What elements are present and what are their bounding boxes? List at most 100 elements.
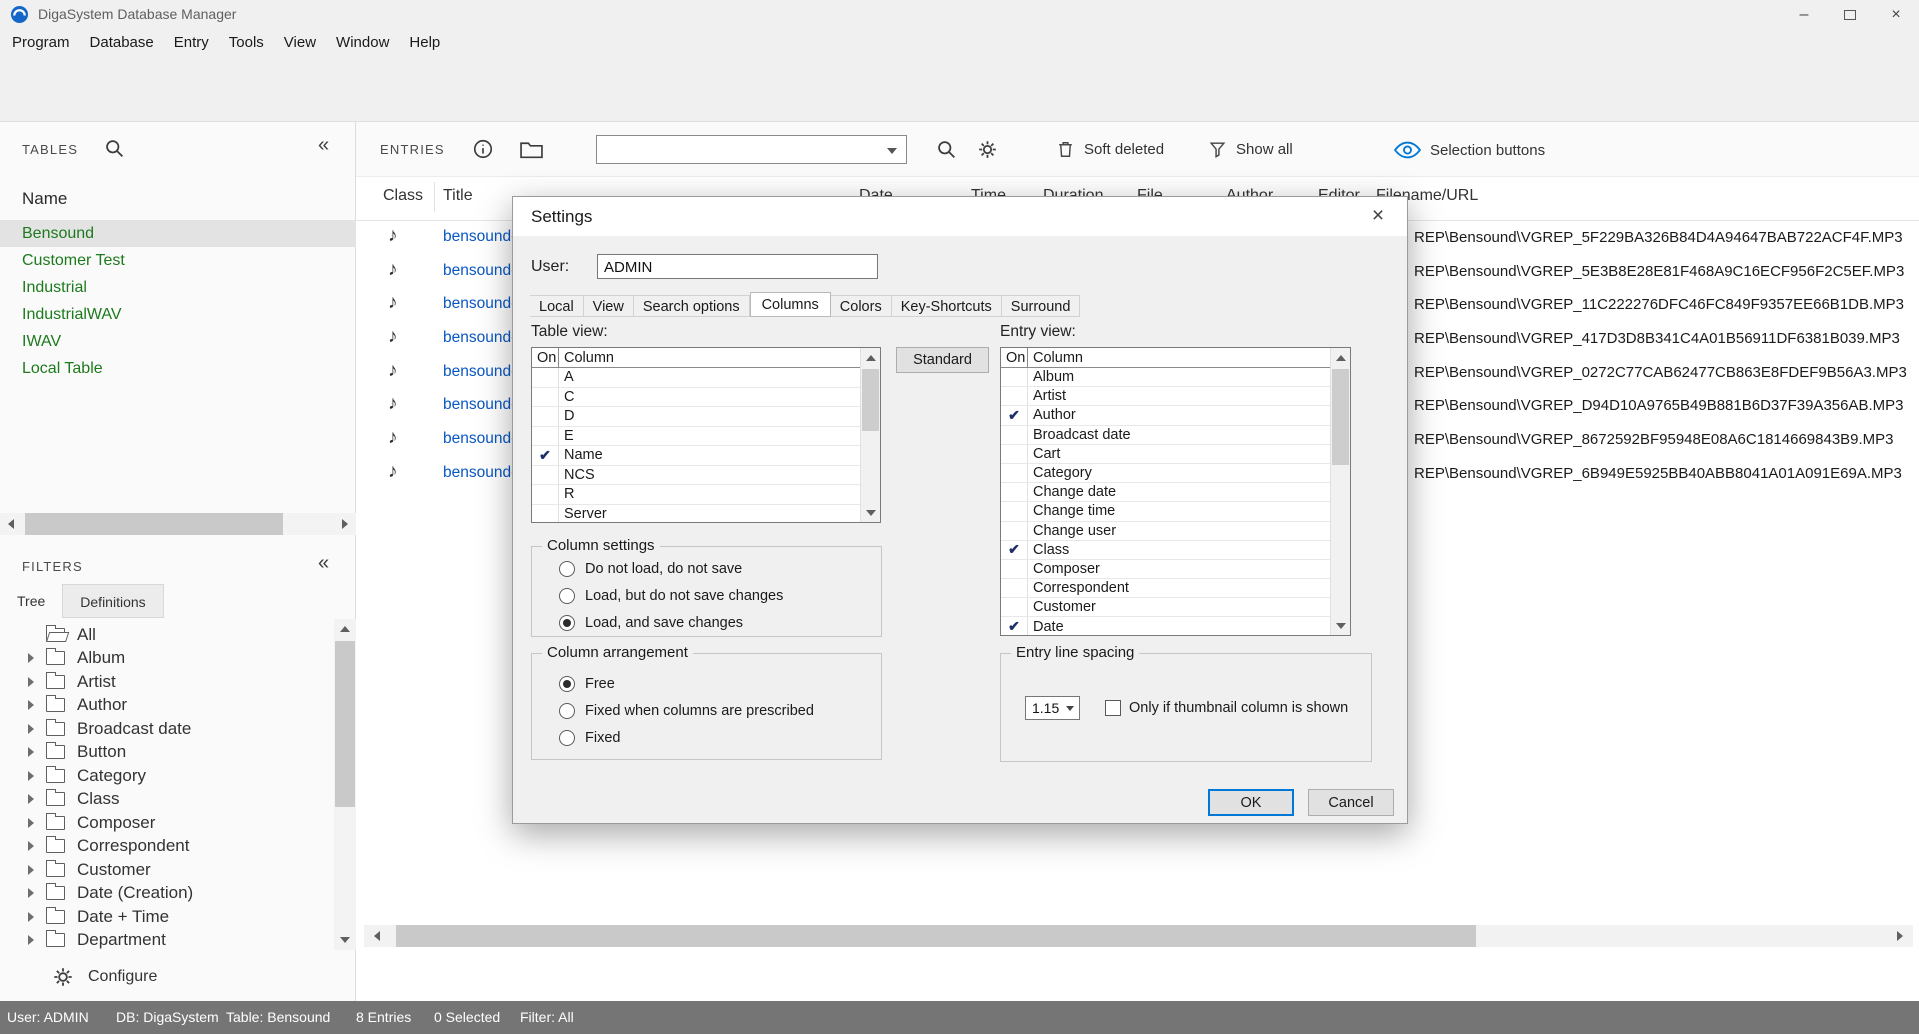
collapse-tables-icon[interactable]: « bbox=[318, 134, 329, 157]
scroll-left-button[interactable] bbox=[0, 513, 22, 535]
entries-search-combobox[interactable] bbox=[596, 135, 907, 164]
entry-title-link[interactable]: bensound- bbox=[443, 228, 516, 246]
tree-item[interactable]: Category bbox=[0, 764, 334, 788]
expand-arrow-icon[interactable] bbox=[28, 653, 34, 663]
line-spacing-select[interactable]: 1.15 bbox=[1025, 696, 1080, 720]
column-row[interactable]: Album bbox=[1001, 368, 1330, 387]
column-row[interactable]: Change time bbox=[1001, 502, 1330, 521]
column-separator[interactable] bbox=[434, 182, 435, 212]
table-item[interactable]: IWAV bbox=[0, 328, 356, 355]
tab-definitions[interactable]: Definitions bbox=[62, 584, 163, 618]
entry-title-link[interactable]: bensound- bbox=[443, 363, 516, 381]
tree-item[interactable]: Class bbox=[0, 788, 334, 812]
scroll-down-button[interactable] bbox=[1331, 616, 1350, 635]
check-mark[interactable] bbox=[1001, 502, 1028, 520]
entries-horizontal-scrollbar[interactable] bbox=[364, 925, 1913, 947]
check-mark[interactable] bbox=[1001, 560, 1028, 578]
check-mark[interactable] bbox=[1001, 368, 1028, 386]
column-row[interactable]: ✔ Name bbox=[532, 446, 860, 466]
expand-arrow-icon[interactable] bbox=[28, 771, 34, 781]
radio-icon[interactable] bbox=[559, 588, 575, 604]
column-row[interactable]: Customer bbox=[1001, 598, 1330, 617]
dialog-tab[interactable]: View bbox=[584, 295, 634, 317]
check-mark[interactable] bbox=[1001, 579, 1028, 597]
tree-item[interactable]: Correspondent bbox=[0, 835, 334, 859]
check-mark[interactable] bbox=[532, 485, 559, 504]
table-item[interactable]: Industrial bbox=[0, 274, 356, 301]
tree-item[interactable]: Department bbox=[0, 929, 334, 953]
entry-title-link[interactable]: bensound- bbox=[443, 430, 516, 448]
maximize-button[interactable] bbox=[1827, 0, 1873, 29]
radio-icon[interactable] bbox=[559, 730, 575, 746]
check-mark[interactable] bbox=[1001, 387, 1028, 405]
column-column-header[interactable]: Column bbox=[1028, 350, 1083, 366]
scrollbar-thumb[interactable] bbox=[396, 925, 1476, 947]
menu-item[interactable]: Program bbox=[2, 34, 80, 51]
check-mark[interactable] bbox=[1001, 522, 1028, 540]
radio-icon[interactable] bbox=[559, 615, 575, 631]
menu-item[interactable]: Help bbox=[399, 34, 450, 51]
dialog-tab[interactable]: Search options bbox=[634, 295, 750, 317]
column-row[interactable]: Server bbox=[532, 505, 860, 523]
entry-title-link[interactable]: bensound- bbox=[443, 464, 516, 482]
minimize-button[interactable]: – bbox=[1781, 0, 1827, 29]
expand-arrow-icon[interactable] bbox=[28, 700, 34, 710]
dialog-close-icon[interactable]: × bbox=[1365, 204, 1391, 228]
column-row[interactable]: A bbox=[532, 368, 860, 388]
col-header-title[interactable]: Title bbox=[443, 187, 473, 205]
column-row[interactable]: NCS bbox=[532, 466, 860, 486]
tree-item[interactable]: Broadcast date bbox=[0, 717, 334, 741]
search-settings-gear-icon[interactable] bbox=[977, 139, 998, 160]
expand-arrow-icon[interactable] bbox=[28, 794, 34, 804]
expand-arrow-icon[interactable] bbox=[28, 912, 34, 922]
dialog-tab[interactable]: Surround bbox=[1002, 295, 1081, 317]
on-column-header[interactable]: On bbox=[532, 348, 559, 367]
column-row[interactable]: R bbox=[532, 485, 860, 505]
entry-title-link[interactable]: bensound- bbox=[443, 329, 516, 347]
ok-button[interactable]: OK bbox=[1208, 789, 1294, 816]
radio-icon[interactable] bbox=[559, 561, 575, 577]
expand-arrow-icon[interactable] bbox=[28, 888, 34, 898]
tree-item[interactable]: Button bbox=[0, 741, 334, 765]
scroll-down-button[interactable] bbox=[334, 930, 356, 950]
column-row[interactable]: Category bbox=[1001, 464, 1330, 483]
tree-item[interactable]: Artist bbox=[0, 670, 334, 694]
radio-option[interactable]: Load, but do not save changes bbox=[532, 582, 881, 609]
tree-item[interactable]: Composer bbox=[0, 811, 334, 835]
cancel-button[interactable]: Cancel bbox=[1308, 789, 1394, 816]
scrollbar-thumb[interactable] bbox=[1332, 369, 1349, 465]
expand-arrow-icon[interactable] bbox=[28, 865, 34, 875]
column-row[interactable]: ✔ Author bbox=[1001, 406, 1330, 425]
menu-item[interactable]: Tools bbox=[219, 34, 274, 51]
scrollbar-thumb[interactable] bbox=[862, 369, 879, 431]
check-mark[interactable] bbox=[1001, 598, 1028, 616]
check-mark[interactable] bbox=[532, 466, 559, 485]
tree-item[interactable]: Date (Creation) bbox=[0, 882, 334, 906]
menu-item[interactable]: Entry bbox=[164, 34, 219, 51]
configure-button[interactable]: Configure bbox=[0, 958, 356, 995]
radio-option[interactable]: Do not load, do not save bbox=[532, 555, 881, 582]
column-row[interactable]: Change user bbox=[1001, 522, 1330, 541]
expand-arrow-icon[interactable] bbox=[28, 677, 34, 687]
entry-title-link[interactable]: bensound- bbox=[443, 295, 516, 313]
check-mark[interactable] bbox=[532, 427, 559, 446]
dropdown-arrow-icon[interactable] bbox=[887, 148, 897, 154]
list-vertical-scrollbar[interactable] bbox=[1330, 348, 1350, 635]
table-item[interactable]: Customer Test bbox=[0, 247, 356, 274]
col-header-class[interactable]: Class bbox=[383, 187, 423, 205]
check-mark[interactable] bbox=[1001, 483, 1028, 501]
column-row[interactable]: Broadcast date bbox=[1001, 426, 1330, 445]
expand-arrow-icon[interactable] bbox=[28, 841, 34, 851]
tree-item[interactable]: All bbox=[0, 623, 334, 647]
expand-arrow-icon[interactable] bbox=[28, 747, 34, 757]
thumbnail-checkbox[interactable] bbox=[1105, 700, 1121, 716]
scrollbar-thumb[interactable] bbox=[335, 641, 355, 807]
radio-option[interactable]: Load, and save changes bbox=[532, 609, 881, 636]
check-mark[interactable] bbox=[1001, 445, 1028, 463]
standard-button[interactable]: Standard bbox=[896, 347, 989, 373]
dialog-tab[interactable]: Local bbox=[530, 295, 584, 317]
selection-buttons-toggle[interactable]: Selection buttons bbox=[1394, 141, 1545, 159]
soft-deleted-button[interactable]: Soft deleted bbox=[1056, 139, 1164, 160]
tree-item[interactable]: Date + Time bbox=[0, 905, 334, 929]
entry-title-link[interactable]: bensound- bbox=[443, 262, 516, 280]
